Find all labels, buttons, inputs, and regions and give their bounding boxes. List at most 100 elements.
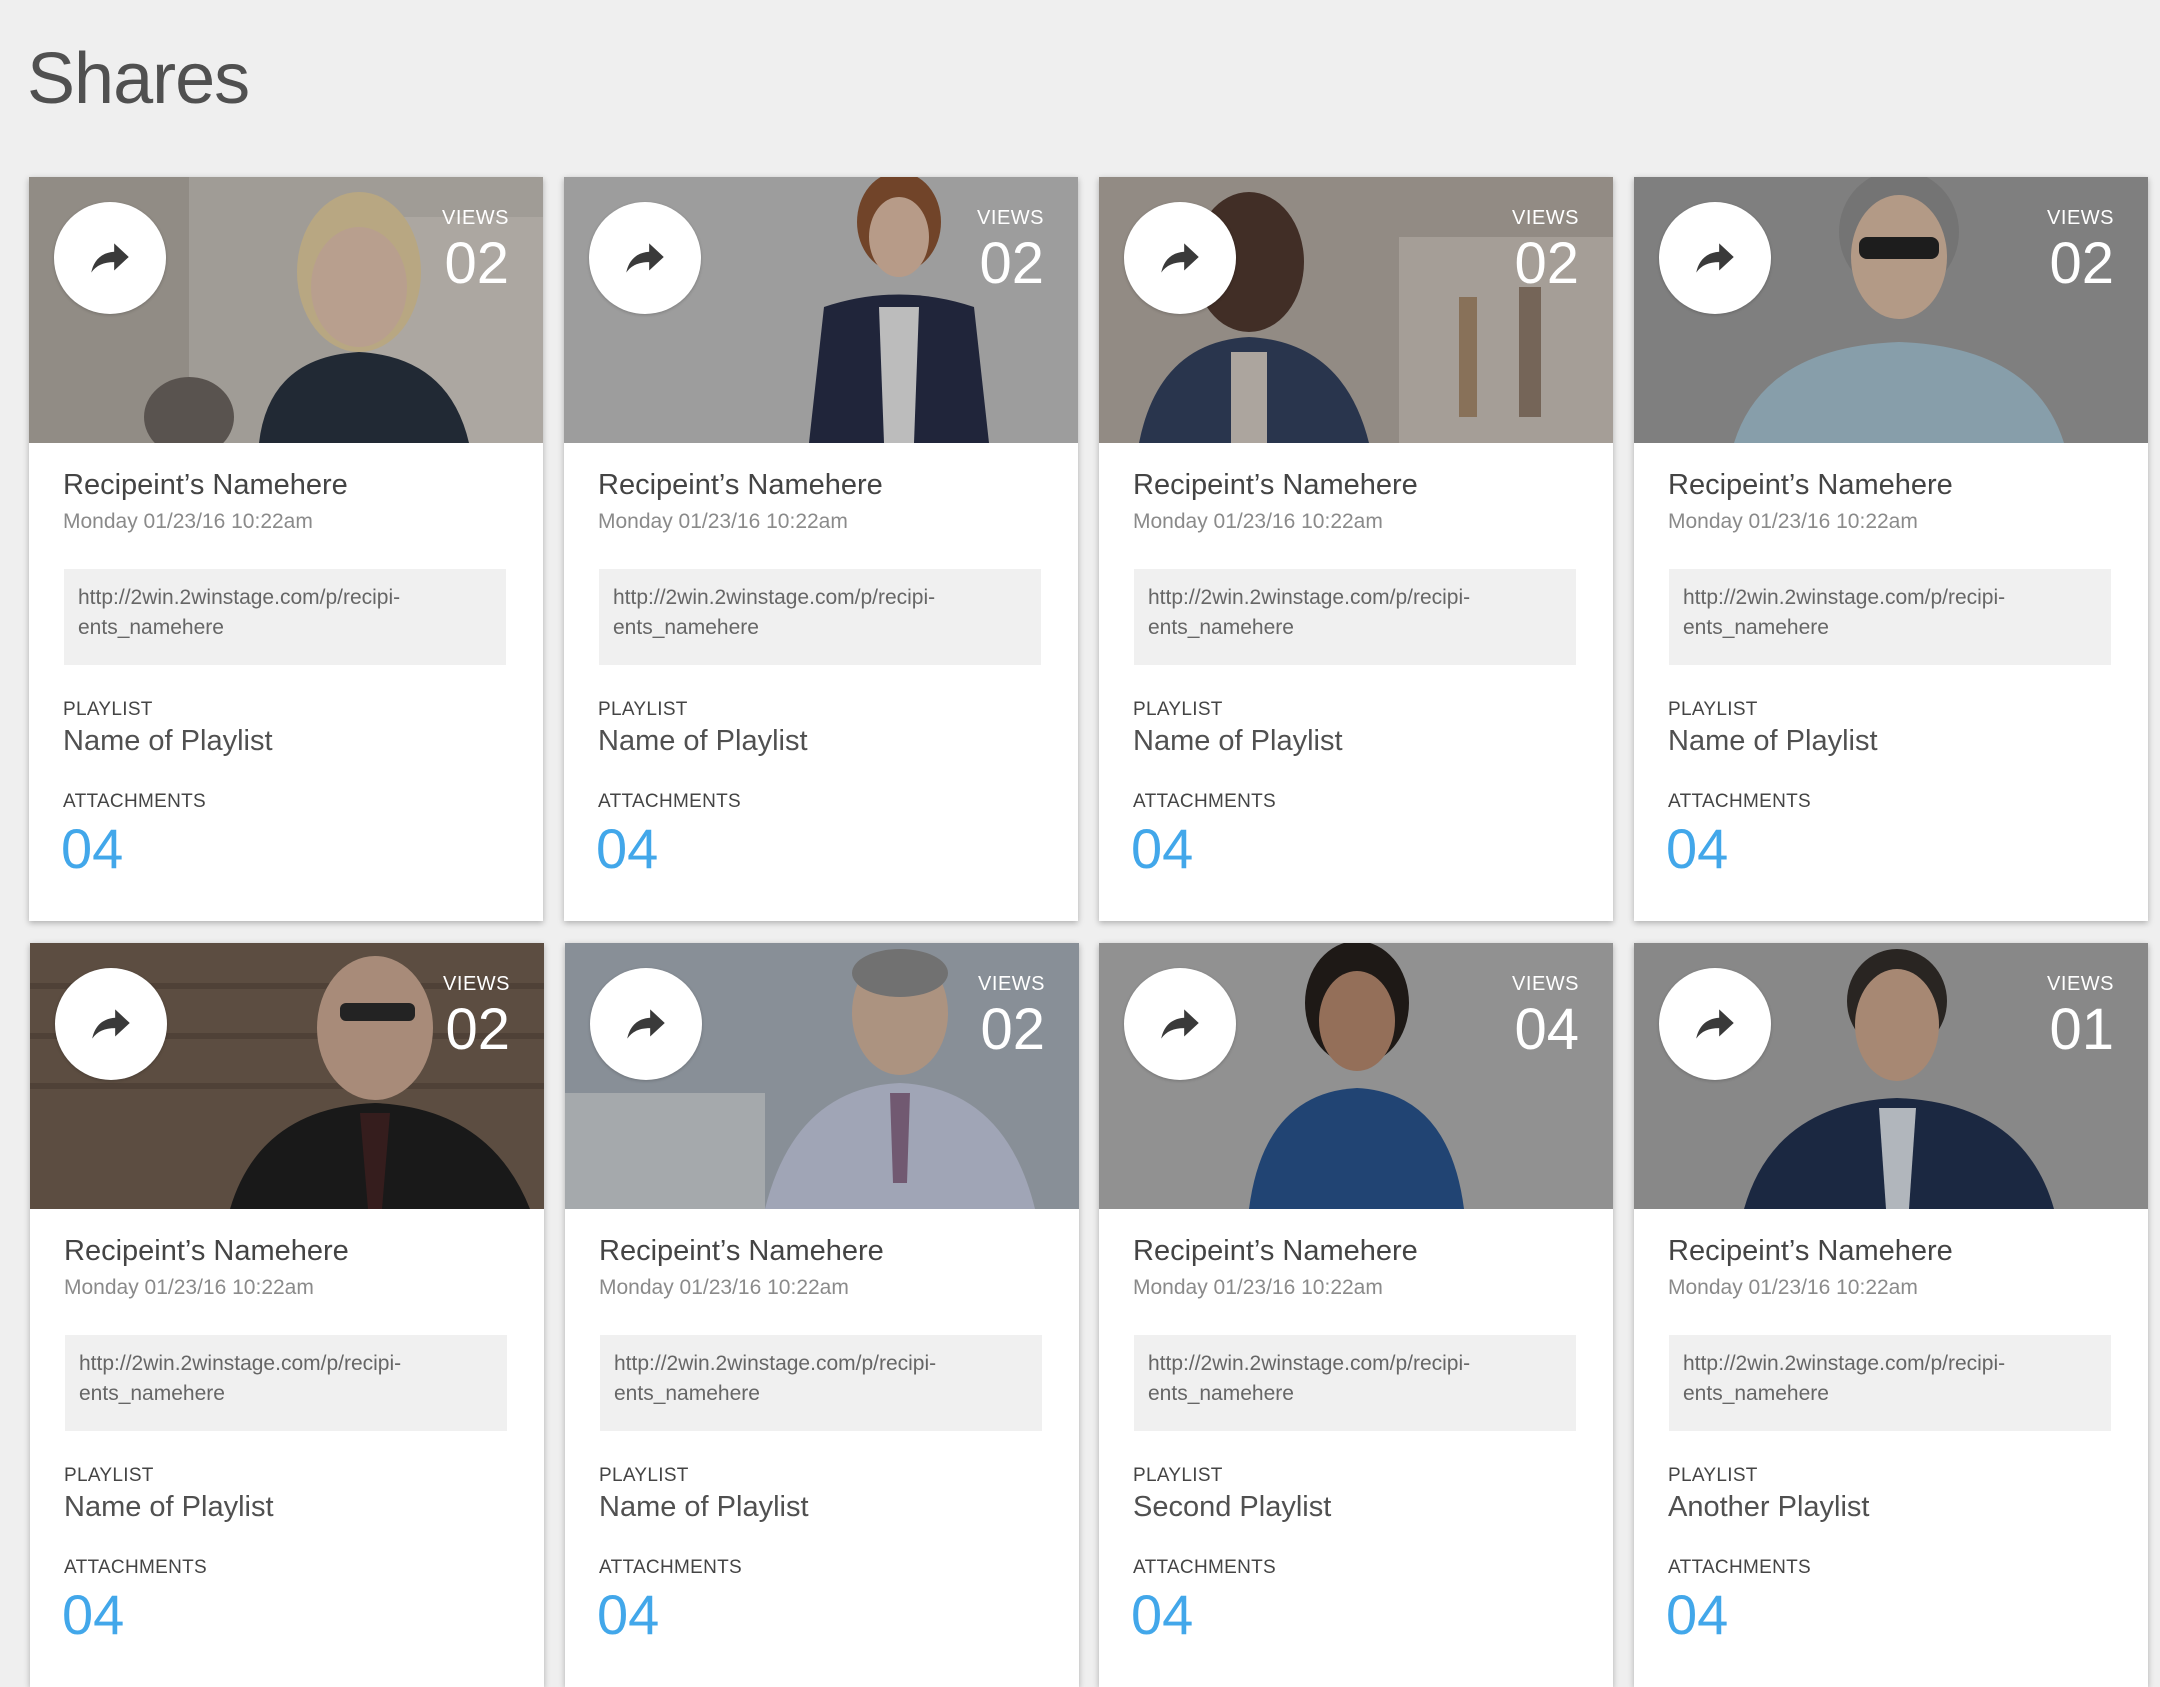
- playlist-name[interactable]: Name of Playlist: [63, 725, 273, 758]
- share-date: Monday 01/23/16 10:22am: [598, 510, 848, 533]
- playlist-label: PLAYLIST: [1668, 1465, 1758, 1486]
- views-count: 04: [1514, 997, 1579, 1062]
- recipient-name: Recipeint’s Namehere: [1133, 1235, 1418, 1267]
- attachments-count[interactable]: 04: [1131, 1587, 1193, 1643]
- recipient-name: Recipeint’s Namehere: [598, 469, 883, 501]
- share-card[interactable]: VIEWS 02 Recipeint’s Namehere Monday 01/…: [564, 177, 1078, 921]
- share-card[interactable]: VIEWS 02 Recipeint’s Namehere Monday 01/…: [1099, 177, 1613, 921]
- playlist-name[interactable]: Name of Playlist: [64, 1491, 274, 1524]
- share-arrow-icon: [1696, 243, 1734, 273]
- share-button[interactable]: [1659, 202, 1771, 314]
- attachments-label: ATTACHMENTS: [1133, 791, 1276, 812]
- share-card[interactable]: VIEWS 02 Recipeint’s Namehere Monday 01/…: [30, 943, 544, 1687]
- card-media: VIEWS 01: [1634, 943, 2148, 1209]
- views-label: VIEWS: [977, 207, 1044, 229]
- share-arrow-icon: [1161, 243, 1199, 273]
- share-arrow-icon: [92, 1009, 130, 1039]
- share-card[interactable]: VIEWS 02 Recipeint’s Namehere Monday 01/…: [29, 177, 543, 921]
- share-arrow-icon: [627, 1009, 665, 1039]
- attachments-label: ATTACHMENTS: [1668, 791, 1811, 812]
- share-card[interactable]: VIEWS 01 Recipeint’s Namehere Monday 01/…: [1634, 943, 2148, 1687]
- share-card[interactable]: VIEWS 02 Recipeint’s Namehere Monday 01/…: [1634, 177, 2148, 921]
- card-media: VIEWS 02: [29, 177, 543, 443]
- attachments-label: ATTACHMENTS: [1668, 1557, 1811, 1578]
- attachments-label: ATTACHMENTS: [1133, 1557, 1276, 1578]
- shares-grid: VIEWS 02 Recipeint’s Namehere Monday 01/…: [0, 0, 2160, 1687]
- views-count: 01: [2049, 997, 2114, 1062]
- attachments-label: ATTACHMENTS: [598, 791, 741, 812]
- share-date: Monday 01/23/16 10:22am: [1668, 510, 1918, 533]
- attachments-count[interactable]: 04: [1131, 821, 1193, 877]
- views-count: 02: [2049, 231, 2114, 296]
- playlist-label: PLAYLIST: [63, 699, 153, 720]
- views-label: VIEWS: [1512, 973, 1579, 995]
- recipient-name: Recipeint’s Namehere: [64, 1235, 349, 1267]
- views-label: VIEWS: [978, 973, 1045, 995]
- share-date: Monday 01/23/16 10:22am: [64, 1276, 314, 1299]
- recipient-name: Recipeint’s Namehere: [599, 1235, 884, 1267]
- share-url[interactable]: http://2win.2winstage.com/p/recipi- ents…: [1134, 569, 1576, 665]
- share-url[interactable]: http://2win.2winstage.com/p/recipi- ents…: [599, 569, 1041, 665]
- views-label: VIEWS: [443, 973, 510, 995]
- share-button[interactable]: [1124, 202, 1236, 314]
- share-arrow-icon: [91, 243, 129, 273]
- share-button[interactable]: [589, 202, 701, 314]
- attachments-count[interactable]: 04: [1666, 821, 1728, 877]
- attachments-count[interactable]: 04: [1666, 1587, 1728, 1643]
- playlist-label: PLAYLIST: [64, 1465, 154, 1486]
- attachments-label: ATTACHMENTS: [599, 1557, 742, 1578]
- share-button[interactable]: [1659, 968, 1771, 1080]
- share-url[interactable]: http://2win.2winstage.com/p/recipi- ents…: [1669, 1335, 2111, 1431]
- views-label: VIEWS: [1512, 207, 1579, 229]
- share-url[interactable]: http://2win.2winstage.com/p/recipi- ents…: [1134, 1335, 1576, 1431]
- share-date: Monday 01/23/16 10:22am: [1668, 1276, 1918, 1299]
- attachments-label: ATTACHMENTS: [64, 1557, 207, 1578]
- card-media: VIEWS 02: [1099, 177, 1613, 443]
- share-arrow-icon: [1161, 1009, 1199, 1039]
- views-count: 02: [979, 231, 1044, 296]
- attachments-count[interactable]: 04: [597, 1587, 659, 1643]
- playlist-name[interactable]: Second Playlist: [1133, 1491, 1331, 1524]
- card-media: VIEWS 02: [1634, 177, 2148, 443]
- playlist-name[interactable]: Name of Playlist: [1133, 725, 1343, 758]
- playlist-name[interactable]: Name of Playlist: [598, 725, 808, 758]
- playlist-label: PLAYLIST: [598, 699, 688, 720]
- share-button[interactable]: [1124, 968, 1236, 1080]
- playlist-label: PLAYLIST: [1668, 699, 1758, 720]
- share-date: Monday 01/23/16 10:22am: [599, 1276, 849, 1299]
- share-url[interactable]: http://2win.2winstage.com/p/recipi- ents…: [1669, 569, 2111, 665]
- share-card[interactable]: VIEWS 04 Recipeint’s Namehere Monday 01/…: [1099, 943, 1613, 1687]
- card-media: VIEWS 04: [1099, 943, 1613, 1209]
- recipient-name: Recipeint’s Namehere: [63, 469, 348, 501]
- share-arrow-icon: [1696, 1009, 1734, 1039]
- card-media: VIEWS 02: [564, 177, 1078, 443]
- share-arrow-icon: [626, 243, 664, 273]
- share-date: Monday 01/23/16 10:22am: [1133, 1276, 1383, 1299]
- playlist-name[interactable]: Another Playlist: [1668, 1491, 1870, 1524]
- views-count: 02: [445, 997, 510, 1062]
- attachments-count[interactable]: 04: [62, 1587, 124, 1643]
- views-label: VIEWS: [442, 207, 509, 229]
- card-media: VIEWS 02: [565, 943, 1079, 1209]
- share-url[interactable]: http://2win.2winstage.com/p/recipi- ents…: [65, 1335, 507, 1431]
- share-date: Monday 01/23/16 10:22am: [63, 510, 313, 533]
- views-count: 02: [1514, 231, 1579, 296]
- playlist-label: PLAYLIST: [1133, 1465, 1223, 1486]
- share-button[interactable]: [54, 202, 166, 314]
- card-media: VIEWS 02: [30, 943, 544, 1209]
- share-url[interactable]: http://2win.2winstage.com/p/recipi- ents…: [64, 569, 506, 665]
- share-url[interactable]: http://2win.2winstage.com/p/recipi- ents…: [600, 1335, 1042, 1431]
- playlist-name[interactable]: Name of Playlist: [599, 1491, 809, 1524]
- share-button[interactable]: [55, 968, 167, 1080]
- playlist-name[interactable]: Name of Playlist: [1668, 725, 1878, 758]
- attachments-count[interactable]: 04: [596, 821, 658, 877]
- recipient-name: Recipeint’s Namehere: [1668, 469, 1953, 501]
- views-label: VIEWS: [2047, 973, 2114, 995]
- recipient-name: Recipeint’s Namehere: [1668, 1235, 1953, 1267]
- recipient-name: Recipeint’s Namehere: [1133, 469, 1418, 501]
- share-button[interactable]: [590, 968, 702, 1080]
- share-card[interactable]: VIEWS 02 Recipeint’s Namehere Monday 01/…: [565, 943, 1079, 1687]
- playlist-label: PLAYLIST: [599, 1465, 689, 1486]
- views-count: 02: [444, 231, 509, 296]
- attachments-count[interactable]: 04: [61, 821, 123, 877]
